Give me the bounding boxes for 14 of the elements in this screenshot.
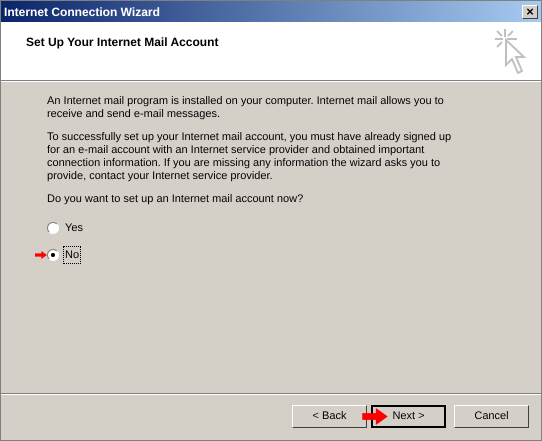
wizard-button[interactable]: Next > xyxy=(371,404,446,428)
window-title: Internet Connection Wizard xyxy=(4,4,160,20)
cursor-sparkle-icon xyxy=(493,27,527,77)
close-button[interactable]: × xyxy=(522,4,538,18)
radio-button[interactable] xyxy=(47,248,59,261)
radio-button[interactable] xyxy=(47,222,59,234)
instruction-text: To successfully set up your Internet mail account, you must have already signed up for an e-mail account with an Internet service provider and obtained important connection information. If you are missing any information the wizard asks you to provide, contact your Internet service provider. xyxy=(47,131,452,183)
radio-label[interactable]: Yes xyxy=(64,219,84,238)
instruction-text: Do you want to set up an Internet mail account now? xyxy=(47,193,304,206)
wizard-button[interactable]: Cancel xyxy=(454,404,529,428)
wizard-button[interactable]: < Back xyxy=(292,404,367,428)
radio-label[interactable]: No xyxy=(63,246,82,264)
page-title: Set Up Your Internet Mail Account xyxy=(26,34,218,51)
instruction-text: An Internet mail program is installed on your computer. Internet mail allows you to receive and send e-mail messages. xyxy=(47,95,445,121)
